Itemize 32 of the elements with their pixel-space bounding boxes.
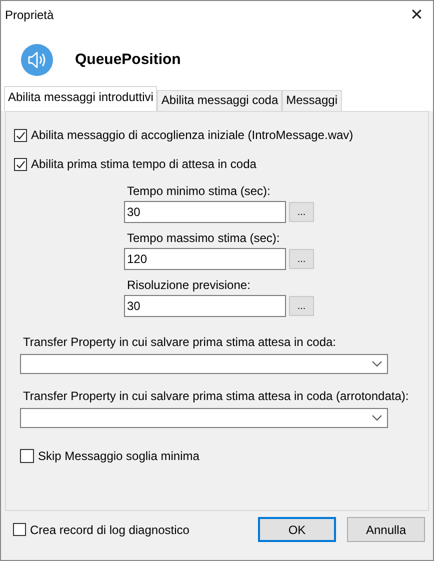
tab[interactable]: Abilita messaggi introduttivi	[4, 86, 158, 111]
checkbox[interactable]	[20, 449, 34, 463]
field-label: Tempo massimo stima (sec):	[126, 231, 281, 245]
checkbox-label: Skip Messaggio soglia minima	[38, 449, 200, 463]
input-field[interactable]: 30	[124, 201, 286, 223]
caret-icon	[372, 361, 382, 367]
tab[interactable]: Messaggi	[282, 90, 342, 111]
tab[interactable]: Abilita messaggi coda	[157, 90, 282, 111]
input-field[interactable]: 120	[124, 248, 286, 270]
caret-icon	[372, 415, 382, 421]
header-title: QueuePosition	[75, 51, 181, 68]
input-field[interactable]: 30	[124, 295, 286, 317]
browse-button[interactable]: ...	[289, 202, 314, 222]
browse-button[interactable]: ...	[289, 296, 314, 316]
field-label: Risoluzione previsione:	[126, 278, 252, 292]
speaker-icon	[21, 44, 53, 76]
dropdown[interactable]	[20, 354, 388, 374]
close-button[interactable]: ✕	[410, 5, 423, 25]
checkbox[interactable]	[13, 523, 26, 536]
window-title: Proprietà	[5, 8, 54, 22]
checkbox-label: Crea record di log diagnostico	[30, 522, 190, 536]
checkbox[interactable]	[14, 158, 27, 170]
field-label: Tempo minimo stima (sec):	[126, 184, 272, 198]
dropdown[interactable]	[20, 408, 388, 428]
dropdown-label: Transfer Property in cui salvare prima stima attesa in coda (arrotondata):	[22, 389, 410, 403]
checkbox-label: Abilita prima stima tempo di attesa in coda	[31, 157, 256, 171]
checkbox-label: Abilita messaggio di accoglienza iniziale (IntroMessage.wav)	[31, 128, 354, 142]
dropdown-label: Transfer Property in cui salvare prima stima attesa in coda:	[22, 335, 338, 349]
dialog-button[interactable]: Annulla	[347, 517, 425, 542]
browse-button[interactable]: ...	[289, 249, 314, 269]
dialog-button[interactable]: OK	[258, 517, 336, 542]
checkbox[interactable]	[14, 128, 27, 142]
